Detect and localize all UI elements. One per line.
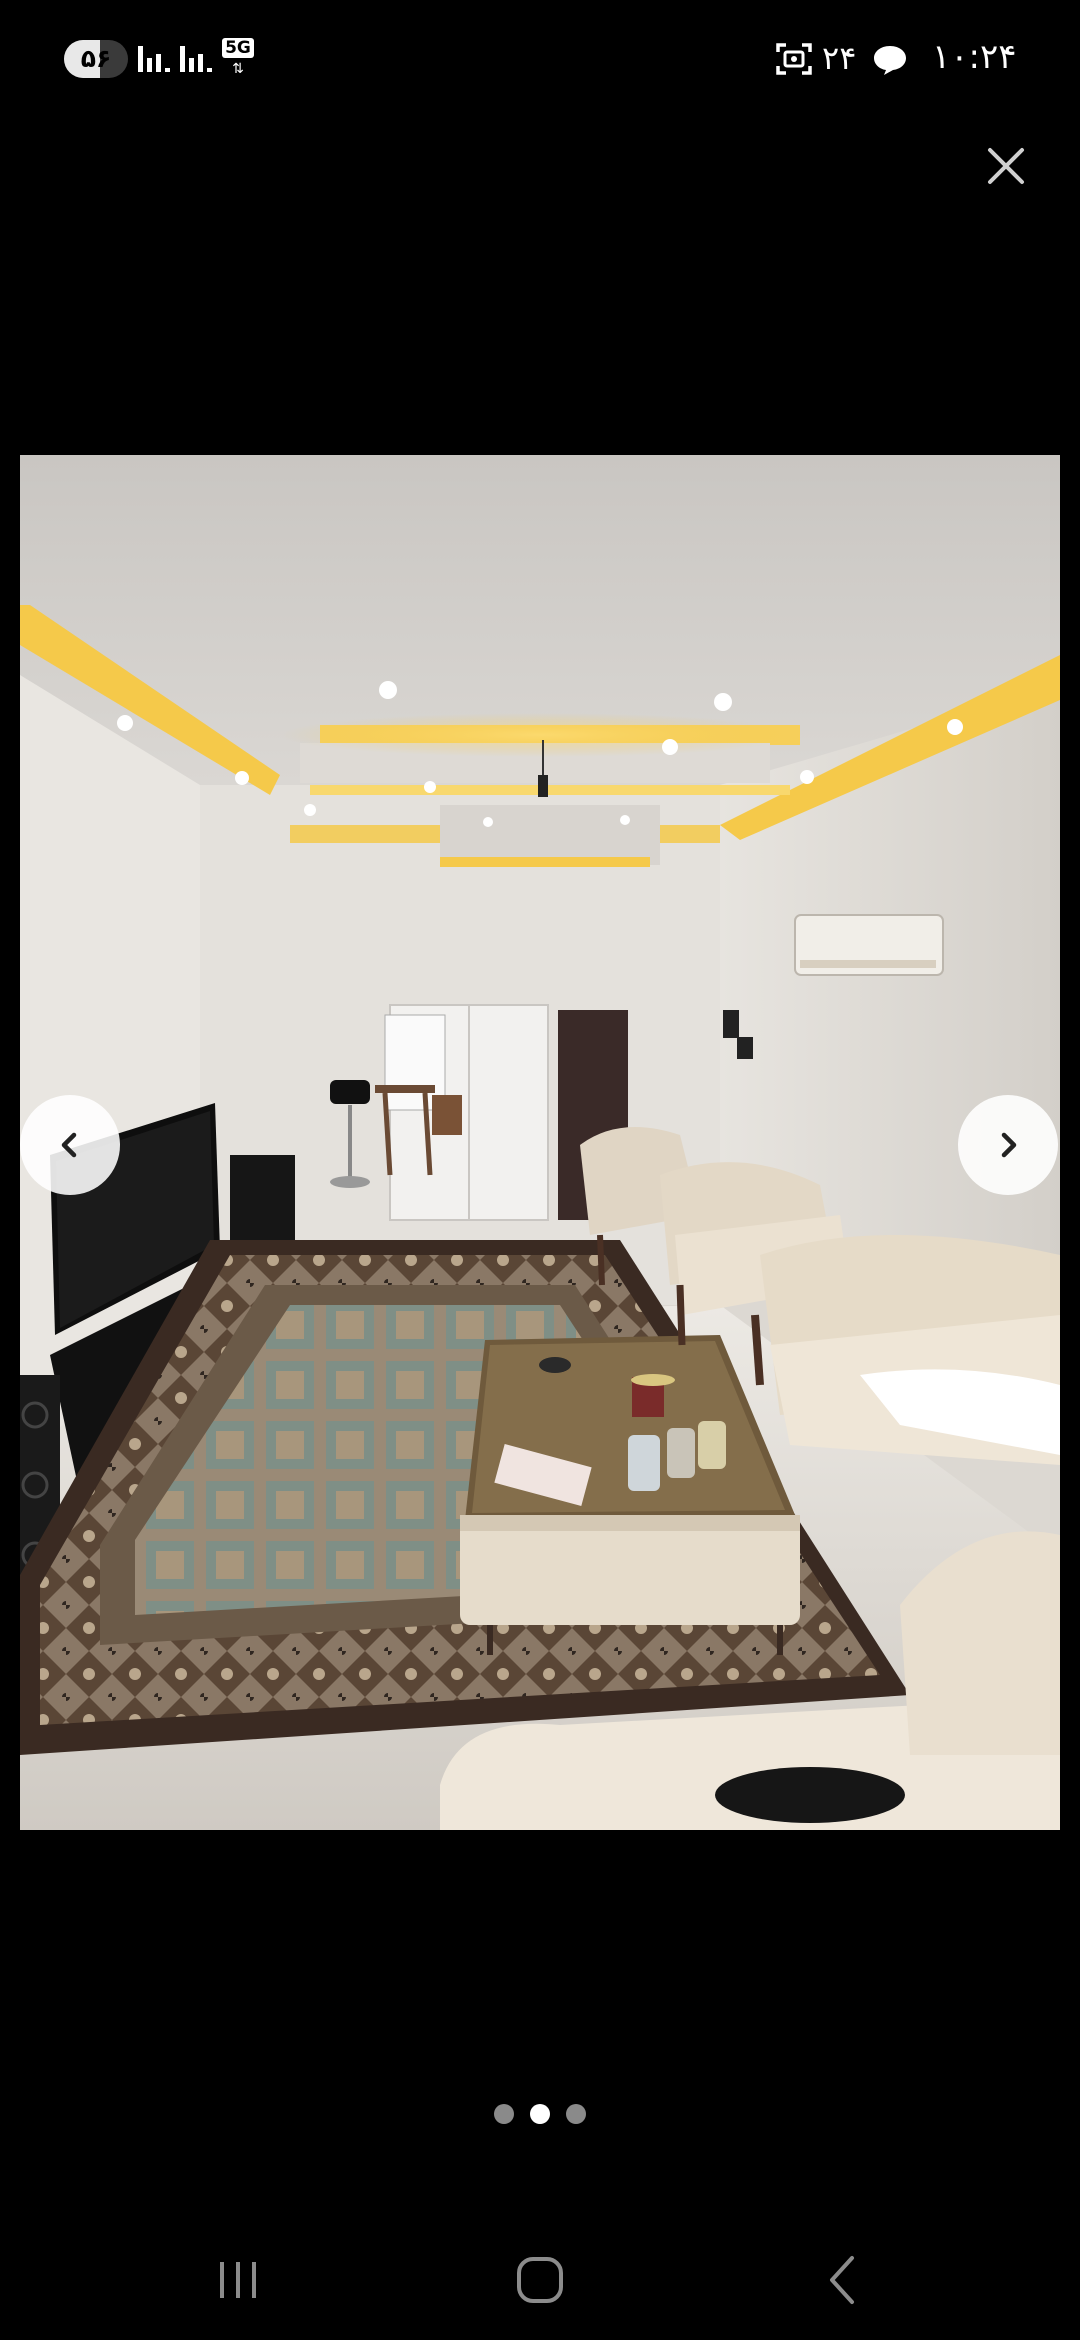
pager-dot-active[interactable]	[530, 2104, 550, 2124]
previous-image-button[interactable]	[20, 1095, 120, 1195]
data-arrows-icon: ⇅	[232, 61, 244, 77]
screenshot-icon	[776, 43, 812, 75]
home-button[interactable]	[510, 2250, 570, 2310]
network-type-badge: 5G ⇅	[222, 38, 254, 80]
close-icon	[988, 148, 1024, 184]
notification-count: ۲۴	[822, 39, 857, 77]
gallery-photo[interactable]	[20, 455, 1060, 1830]
signal-bars-icon	[180, 46, 212, 72]
back-button[interactable]	[814, 2250, 874, 2310]
clock: ۱۰:۲۴	[932, 37, 1017, 77]
back-icon	[830, 2256, 854, 2304]
chat-bubble-icon	[874, 46, 906, 75]
chevron-left-icon	[61, 1132, 77, 1158]
recent-apps-button[interactable]	[208, 2250, 268, 2310]
close-button[interactable]	[980, 140, 1032, 192]
status-bar: ۵۶ 5G ⇅ ۲۴ ۱۰:۲۴	[0, 0, 1080, 110]
living-room-photo	[20, 455, 1060, 1830]
pager-dot[interactable]	[566, 2104, 586, 2124]
network-type: 5G	[222, 38, 254, 58]
image-pager	[0, 2104, 1080, 2130]
system-navigation-bar	[0, 2220, 1080, 2340]
home-icon	[517, 2257, 563, 2303]
chevron-right-icon	[1001, 1132, 1017, 1158]
battery-level: ۵۶	[80, 44, 112, 73]
signal-bars-icon	[138, 46, 170, 72]
pager-dot[interactable]	[494, 2104, 514, 2124]
next-image-button[interactable]	[958, 1095, 1058, 1195]
battery-indicator: ۵۶	[64, 40, 128, 78]
recent-apps-icon	[220, 2262, 256, 2298]
